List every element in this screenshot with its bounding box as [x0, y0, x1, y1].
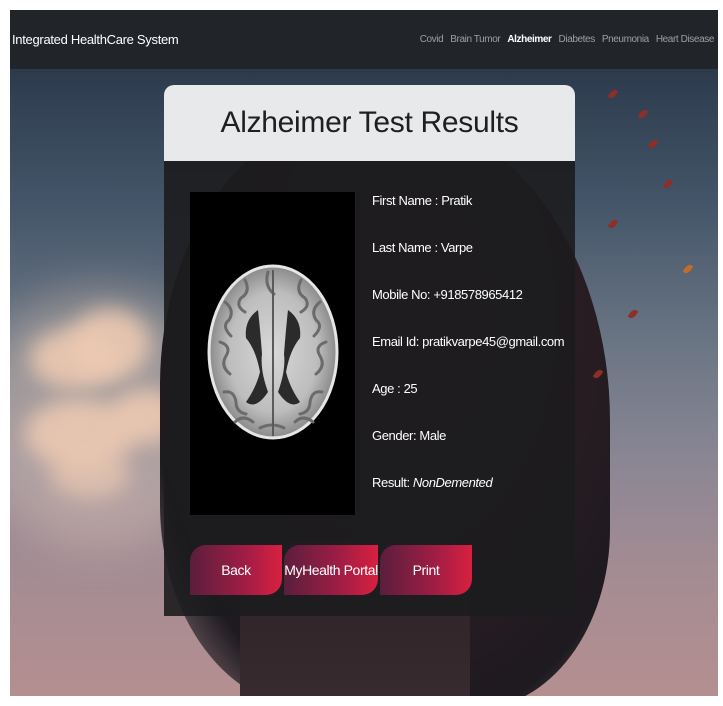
nav-link-heart-disease[interactable]: Heart Disease — [656, 34, 715, 45]
leaf-decoration — [647, 138, 659, 150]
results-card: Alzheimer Test Results First Name: Prat… — [164, 85, 575, 616]
navbar: Integrated HealthCare System Covid Brain… — [10, 10, 718, 69]
cloud-shape — [70, 309, 150, 379]
nav-link-brain-tumor[interactable]: Brain Tumor — [450, 34, 500, 45]
myhealth-portal-button[interactable]: MyHealth Portal — [284, 545, 378, 595]
leaf-decoration — [607, 88, 619, 100]
nav-link-diabetes[interactable]: Diabetes — [559, 34, 596, 45]
app-frame: Integrated HealthCare System Covid Brain… — [10, 10, 718, 696]
leaf-decoration — [627, 308, 639, 320]
print-button[interactable]: Print — [380, 545, 472, 595]
result-text: Result: NonDemented — [372, 475, 572, 522]
background-image: Alzheimer Test Results First Name: Prat… — [10, 69, 718, 696]
age-text: Age : 25 — [372, 381, 418, 396]
nav-link-pneumonia[interactable]: Pneumonia — [602, 34, 649, 45]
nav-link-covid[interactable]: Covid — [420, 34, 444, 45]
result-value: NonDemented — [412, 475, 493, 490]
cloud-shape — [50, 449, 130, 499]
nav-links: Covid Brain Tumor Alzheimer Diabetes Pne… — [413, 10, 715, 69]
back-button[interactable]: Back — [190, 545, 282, 595]
brain-scan-image — [190, 192, 355, 515]
first-name-text: First Name : Pratik — [372, 193, 473, 208]
leaf-decoration — [637, 108, 649, 120]
card-header: Alzheimer Test Results — [164, 85, 575, 161]
nav-link-alzheimer[interactable]: Alzheimer — [507, 34, 552, 45]
result-label: Result: — [372, 475, 413, 490]
last-name-text: Last Name : Varpe — [372, 240, 473, 255]
leaf-decoration — [662, 178, 674, 190]
brain-mri-scan-icon — [207, 264, 339, 440]
leaf-decoration — [607, 218, 619, 230]
navbar-brand[interactable]: Integrated HealthCare System — [12, 32, 179, 47]
mobile-text: Mobile No: +918578965412 — [372, 287, 523, 302]
patient-details: First Name : Pratik Last Name : Varpe Mo… — [372, 193, 572, 522]
gender-text: Gender: Male — [372, 428, 446, 443]
page-title: Alzheimer Test Results — [220, 106, 519, 139]
email-text: Email Id: pratikvarpe45@gmail.com — [372, 334, 565, 349]
leaf-decoration — [682, 263, 694, 275]
